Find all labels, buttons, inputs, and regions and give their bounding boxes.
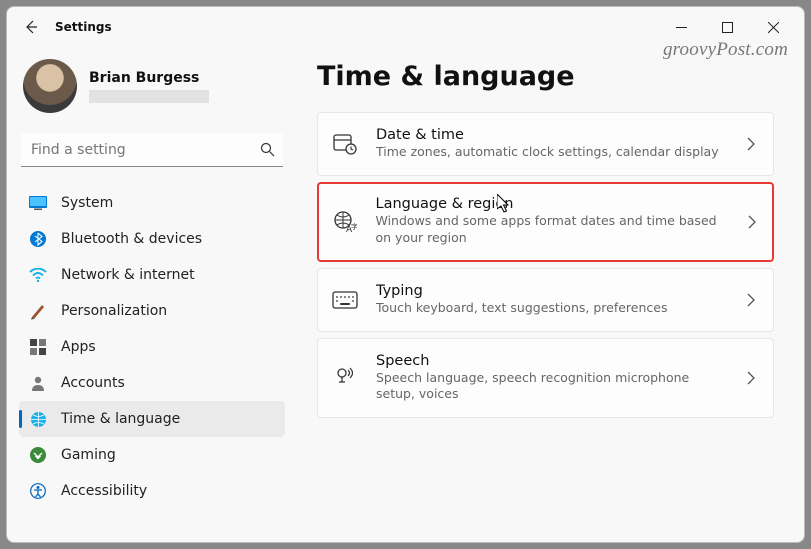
maximize-icon	[722, 22, 733, 33]
chevron-right-icon	[747, 293, 755, 307]
sidebar-item-apps[interactable]: Apps	[19, 329, 285, 365]
sidebar-item-label: Personalization	[61, 303, 167, 319]
chevron-right-icon	[747, 371, 755, 385]
settings-window: Settings groovyPost.com Brian Burgess	[6, 6, 805, 543]
card-title: Speech	[376, 353, 729, 369]
back-button[interactable]	[15, 11, 47, 43]
page-title: Time & language	[317, 61, 774, 92]
card-typing[interactable]: Typing Touch keyboard, text suggestions,…	[317, 268, 774, 332]
card-speech[interactable]: Speech Speech language, speech recogniti…	[317, 338, 774, 419]
avatar	[23, 59, 77, 113]
sidebar-item-bluetooth[interactable]: Bluetooth & devices	[19, 221, 285, 257]
card-subtitle: Touch keyboard, text suggestions, prefer…	[376, 300, 729, 317]
nav-menu: System Bluetooth & devices Network & int…	[19, 185, 285, 509]
sidebar-item-label: Apps	[61, 339, 96, 355]
wifi-icon	[29, 266, 47, 284]
chevron-right-icon	[748, 215, 756, 229]
person-icon	[29, 374, 47, 392]
card-subtitle: Windows and some apps format dates and t…	[376, 213, 730, 247]
sidebar-item-label: Gaming	[61, 447, 116, 463]
keyboard-icon	[332, 287, 358, 313]
card-title: Language & region	[376, 196, 730, 212]
sidebar-item-personalization[interactable]: Personalization	[19, 293, 285, 329]
content-area: Brian Burgess System Bluetooth & devices	[7, 47, 804, 542]
sidebar-item-label: System	[61, 195, 113, 211]
main-panel: Time & language Date & time Time zones, …	[297, 47, 804, 542]
sidebar-item-accessibility[interactable]: Accessibility	[19, 473, 285, 509]
sidebar-item-label: Time & language	[61, 411, 180, 427]
apps-icon	[29, 338, 47, 356]
card-subtitle: Time zones, automatic clock settings, ca…	[376, 144, 729, 161]
app-title: Settings	[55, 20, 112, 34]
minimize-icon	[676, 22, 687, 33]
card-subtitle: Speech language, speech recognition micr…	[376, 370, 729, 404]
calendar-clock-icon	[332, 131, 358, 157]
sidebar-item-time-language[interactable]: Time & language	[19, 401, 285, 437]
watermark: groovyPost.com	[663, 39, 788, 61]
accessibility-icon	[29, 482, 47, 500]
sidebar-item-accounts[interactable]: Accounts	[19, 365, 285, 401]
profile-section[interactable]: Brian Burgess	[19, 51, 285, 127]
sidebar-item-label: Network & internet	[61, 267, 195, 283]
system-icon	[29, 194, 47, 212]
search-input[interactable]	[31, 142, 260, 158]
sidebar: Brian Burgess System Bluetooth & devices	[7, 47, 297, 542]
card-title: Date & time	[376, 127, 729, 143]
profile-name: Brian Burgess	[89, 70, 209, 86]
sidebar-item-gaming[interactable]: Gaming	[19, 437, 285, 473]
sidebar-item-network[interactable]: Network & internet	[19, 257, 285, 293]
sidebar-item-label: Accessibility	[61, 483, 147, 499]
clock-globe-icon	[29, 410, 47, 428]
search-box[interactable]	[21, 133, 283, 167]
profile-email-redacted	[89, 90, 209, 103]
card-language-region[interactable]: A字 Language & region Windows and some ap…	[317, 182, 774, 262]
bluetooth-icon	[29, 230, 47, 248]
search-icon	[260, 142, 275, 157]
sidebar-item-label: Accounts	[61, 375, 125, 391]
microphone-icon	[332, 365, 358, 391]
close-icon	[768, 22, 779, 33]
card-date-time[interactable]: Date & time Time zones, automatic clock …	[317, 112, 774, 176]
globe-language-icon: A字	[332, 209, 358, 235]
svg-text:字: 字	[351, 222, 357, 231]
gaming-icon	[29, 446, 47, 464]
chevron-right-icon	[747, 137, 755, 151]
arrow-left-icon	[23, 19, 39, 35]
paintbrush-icon	[29, 302, 47, 320]
sidebar-item-label: Bluetooth & devices	[61, 231, 202, 247]
sidebar-item-system[interactable]: System	[19, 185, 285, 221]
card-title: Typing	[376, 283, 729, 299]
cursor-icon	[497, 194, 513, 214]
